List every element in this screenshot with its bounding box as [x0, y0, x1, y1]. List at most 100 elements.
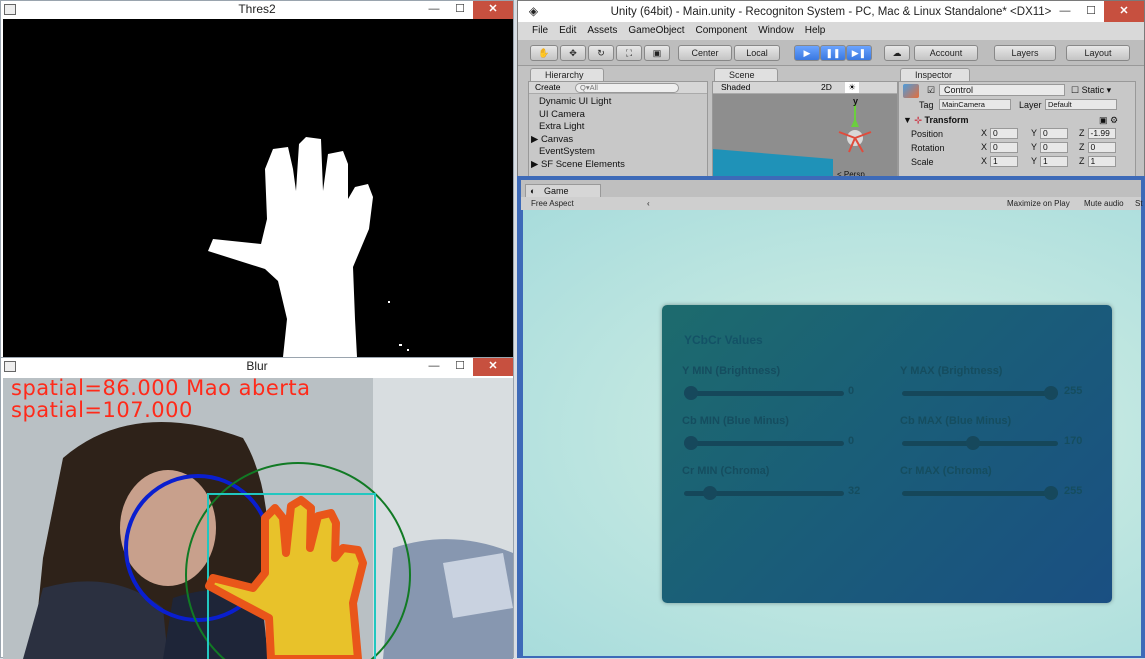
tab-inspector[interactable]: Inspector — [900, 68, 970, 82]
layer-label: Layer — [1019, 100, 1042, 110]
maximize-button[interactable]: ☐ — [1078, 1, 1104, 22]
hierarchy-item[interactable]: UI Camera — [529, 109, 707, 122]
aspect-dropdown-arrow-icon[interactable]: ‹ — [647, 197, 650, 210]
scale-tool-icon[interactable]: ⛶ — [616, 45, 642, 61]
unity-title: Unity (64bit) - Main.unity - Recogniton … — [610, 6, 1052, 18]
y-max-slider[interactable] — [902, 386, 1058, 400]
rotation-x-field[interactable]: 0 — [990, 142, 1019, 154]
menu-gameobject[interactable]: GameObject — [628, 22, 684, 40]
hand-tool-icon[interactable]: ✋ — [530, 45, 558, 61]
transform-icon: ⊹ — [914, 115, 922, 125]
slider-thumb[interactable] — [1044, 386, 1058, 400]
cloud-icon[interactable]: ☁ — [884, 45, 910, 61]
move-tool-icon[interactable]: ✥ — [560, 45, 586, 61]
slider-thumb[interactable] — [684, 386, 698, 400]
play-button[interactable]: ▶ — [794, 45, 820, 61]
pivot-center-button[interactable]: Center — [678, 45, 732, 61]
hierarchy-item[interactable]: EventSystem — [529, 146, 707, 159]
shading-mode-dropdown[interactable]: Shaded — [721, 82, 750, 93]
panel-title: YCbCr Values — [684, 333, 763, 347]
create-dropdown[interactable]: Create — [535, 82, 561, 92]
minimize-button[interactable]: — — [421, 1, 447, 19]
hierarchy-item[interactable]: Extra Light — [529, 121, 707, 134]
static-label: Static — [1081, 85, 1105, 95]
y-min-slider[interactable] — [684, 386, 844, 400]
step-button[interactable]: ▶❚ — [846, 45, 872, 61]
layout-dropdown[interactable]: Layout — [1066, 45, 1130, 61]
tab-game[interactable]: ◐ Game — [525, 184, 601, 198]
tag-dropdown[interactable]: MainCamera — [939, 99, 1011, 110]
transform-header[interactable]: ▼ ⊹ Transform — [903, 115, 969, 126]
layer-dropdown[interactable]: Default — [1045, 99, 1117, 110]
cb-max-slider[interactable] — [902, 436, 1058, 450]
minimize-button[interactable]: — — [421, 358, 447, 376]
ycbcr-calibration-panel: YCbCr Values Y MIN (Brightness) 0 Y MAX … — [662, 305, 1112, 603]
slider-value: 255 — [1064, 485, 1083, 497]
detection-status-text: spatial=86.000 Mao aberta — [11, 378, 311, 400]
position-y-field[interactable]: 0 — [1040, 128, 1069, 140]
menu-assets[interactable]: Assets — [587, 22, 617, 40]
slider-thumb[interactable] — [965, 436, 980, 450]
scale-x-field[interactable]: 1 — [990, 156, 1019, 168]
object-name-field[interactable]: Control — [939, 84, 1065, 96]
tag-label: Tag — [919, 100, 934, 110]
cb-min-slider[interactable] — [684, 436, 844, 450]
component-settings-icon[interactable]: ▣ ⚙ — [1099, 115, 1118, 126]
menu-component[interactable]: Component — [696, 22, 748, 40]
static-checkbox[interactable]: ☐ Static ▾ — [1071, 85, 1111, 96]
maximize-on-play-toggle[interactable]: Maximize on Play — [1007, 197, 1070, 210]
hierarchy-item[interactable]: ▶ SF Scene Elements — [529, 159, 707, 172]
minimize-button[interactable]: — — [1052, 1, 1078, 22]
scene-2d-toggle[interactable]: 2D — [821, 82, 832, 93]
cr-max-slider[interactable] — [902, 486, 1058, 500]
account-dropdown[interactable]: Account — [914, 45, 978, 61]
hierarchy-search-input[interactable]: Q▾All — [575, 83, 679, 93]
maximize-button[interactable]: ☐ — [447, 358, 473, 376]
pause-button[interactable]: ❚❚ — [820, 45, 846, 61]
close-button[interactable]: ✕ — [473, 1, 513, 19]
game-window: ◐ Game Free Aspect ‹ Maximize on Play Mu… — [517, 176, 1145, 658]
slider-thumb[interactable] — [702, 486, 717, 500]
position-z-field[interactable]: -1.99 — [1087, 128, 1116, 140]
hierarchy-item[interactable]: ▶ Canvas — [529, 134, 707, 147]
game-tab-label: Game — [544, 186, 569, 196]
inspector-panel: ☑ Control ☐ Static ▾ Tag MainCamera Laye… — [898, 81, 1136, 180]
tab-scene[interactable]: Scene — [714, 68, 778, 82]
scene-viewport[interactable] — [713, 94, 898, 180]
close-button[interactable]: ✕ — [1104, 1, 1144, 22]
maximize-button[interactable]: ☐ — [447, 1, 473, 19]
position-x-field[interactable]: 0 — [990, 128, 1019, 140]
menu-file[interactable]: File — [532, 22, 548, 40]
axis-z-label: Z — [1079, 156, 1085, 166]
slider-value: 0 — [848, 435, 855, 447]
menu-help[interactable]: Help — [805, 22, 826, 40]
tab-hierarchy[interactable]: Hierarchy — [530, 68, 604, 82]
menu-window[interactable]: Window — [758, 22, 794, 40]
rotation-y-field[interactable]: 0 — [1040, 142, 1069, 154]
hierarchy-item[interactable]: Dynamic UI Light — [529, 96, 707, 109]
pivot-local-button[interactable]: Local — [734, 45, 780, 61]
rect-tool-icon[interactable]: ▣ — [644, 45, 670, 61]
layers-dropdown[interactable]: Layers — [994, 45, 1056, 61]
axis-z-label: Z — [1079, 142, 1085, 152]
scale-z-field[interactable]: 1 — [1087, 156, 1116, 168]
stats-toggle[interactable]: St — [1135, 197, 1143, 210]
close-button[interactable]: ✕ — [473, 358, 513, 376]
scale-label: Scale — [911, 157, 934, 167]
menu-edit[interactable]: Edit — [559, 22, 576, 40]
axis-z-label: Z — [1079, 128, 1085, 138]
window-icon — [4, 4, 16, 15]
slider-thumb[interactable] — [684, 436, 698, 450]
slider-value: 255 — [1064, 385, 1083, 397]
game-toolbar: Free Aspect ‹ Maximize on Play Mute audi… — [521, 197, 1143, 210]
aspect-dropdown[interactable]: Free Aspect — [531, 197, 574, 210]
rotate-tool-icon[interactable]: ↻ — [588, 45, 614, 61]
slider-thumb[interactable] — [1044, 486, 1058, 500]
camera-feed: spatial=86.000 Mao aberta spatial=107.00… — [3, 378, 513, 659]
scene-lighting-icon[interactable]: ☀ — [845, 82, 859, 93]
scale-y-field[interactable]: 1 — [1040, 156, 1069, 168]
active-checkbox[interactable]: ☑ — [927, 85, 935, 96]
rotation-z-field[interactable]: 0 — [1087, 142, 1116, 154]
cr-min-slider[interactable] — [684, 486, 844, 500]
mute-audio-toggle[interactable]: Mute audio — [1084, 197, 1124, 210]
